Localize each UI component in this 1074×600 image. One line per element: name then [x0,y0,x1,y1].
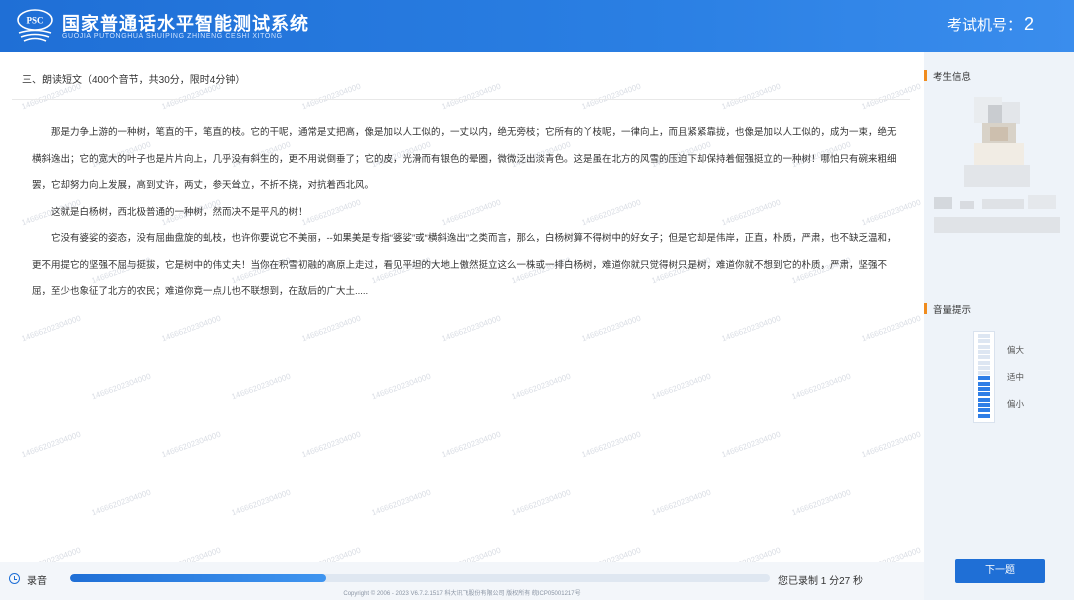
clock-icon [9,573,20,584]
app-header: PSC 国家普通话水平智能测试系统 GUOJIA PUTONGHUA SHUIP… [0,0,1074,52]
copyright-text: Copyright © 2006 - 2023 V6.7.2.1517 科大讯飞… [343,591,581,597]
psc-logo-icon: PSC [17,9,53,42]
watermark-text: 14666202304000 [860,429,922,460]
volume-bar-segment [978,408,990,413]
volume-bar-segment [978,355,990,360]
watermark-text: 14666202304000 [510,371,572,402]
passage-paragraph: 它没有婆娑的姿态，没有屈曲盘旋的虬枝，也许你要说它不美丽，--如果美是专指“婆娑… [32,233,897,297]
watermark-text: 14666202304000 [160,429,222,460]
volume-bar-segment [978,387,990,391]
app-subtitle: GUOJIA PUTONGHUA SHUIPING ZHINENG CESHI … [62,33,283,40]
watermark-text: 14666202304000 [230,371,292,402]
passage-paragraph: 这就是白杨树，西北极普通的一种树，然而决不是平凡的树！ [51,206,308,218]
watermark-text: 14666202304000 [300,313,362,344]
watermark-text: 14666202304000 [90,487,152,518]
candidate-photo-mosaic [932,97,1060,237]
watermark-text: 14666202304000 [300,429,362,460]
watermark-text: 14666202304000 [650,371,712,402]
volume-bar-segment [978,402,990,407]
watermark-text: 14666202304000 [790,487,852,518]
watermark-text: 14666202304000 [300,81,362,112]
exam-number: 考试机号： 2 [947,14,1034,35]
candidate-info-heading: 考生信息 [924,69,971,83]
volume-bar-segment [978,371,990,376]
volume-heading: 音量提示 [924,302,971,316]
watermark-text: 14666202304000 [650,487,712,518]
volume-label-mid: 适中 [1007,372,1025,382]
exam-number-label: 考试机号： [946,17,1022,34]
divider [12,99,910,100]
watermark-text: 14666202304000 [440,313,502,344]
volume-bar-segment [978,334,990,338]
logo-text: PSC [26,16,43,26]
volume-bar-segment [978,381,990,386]
volume-bar-segment [978,360,990,365]
watermark-text: 14666202304000 [580,313,642,344]
volume-bar-segment [978,376,990,381]
passage-paragraph: 那是力争上游的一种树，笔直的干，笔直的枝。它的干呢，通常是丈把高，像是加以人工似… [32,127,897,191]
watermark-text: 14666202304000 [160,81,222,112]
volume-bar-segment [978,397,990,402]
watermark-text: 14666202304000 [440,429,502,460]
section-title: 三、朗读短文（400个音节，共30分，限时4分钟） [22,75,246,86]
watermark-text: 14666202304000 [720,313,782,344]
volume-bar-segment [978,349,990,354]
record-time: 您已录制 1 分27 秒 [778,576,864,587]
volume-label-high: 偏大 [1007,345,1025,355]
recording-progress-fill [70,574,326,582]
watermark-text: 14666202304000 [440,81,502,112]
watermark-text: 14666202304000 [90,371,152,402]
watermark-text: 14666202304000 [370,487,432,518]
volume-bar-segment [978,392,990,397]
watermark-text: 14666202304000 [230,487,292,518]
volume-bar-segment [978,339,990,344]
volume-bar-segment [978,413,990,418]
recording-progress [70,574,770,582]
watermark-text: 14666202304000 [20,429,82,460]
volume-bar-segment [978,365,990,370]
watermark-text: 14666202304000 [720,81,782,112]
volume-bar-segment [978,344,990,349]
watermark-text: 14666202304000 [370,371,432,402]
side-panel: 考生信息 音量提示 偏大 适中 偏小 下一题 [924,52,1074,600]
watermark-text: 14666202304000 [720,429,782,460]
reading-passage: 那是力争上游的一种树，笔直的干，笔直的枝。它的干呢，通常是丈把高，像是加以人工似… [32,120,904,306]
watermark-text: 14666202304000 [790,371,852,402]
volume-label-low: 偏小 [1007,399,1025,409]
reading-area: 14666202304000 14666202304000 146662023040… [0,52,992,575]
next-question-button[interactable]: 下一题 [955,559,1045,583]
record-label: 录音 [27,576,47,587]
watermark-text: 14666202304000 [580,81,642,112]
watermark-text: 14666202304000 [510,487,572,518]
watermark-text: 14666202304000 [160,313,222,344]
watermark-text: 14666202304000 [20,313,82,344]
exam-number-value: 2 [1023,14,1034,34]
recording-bar: 录音 您已录制 1 分27 秒 Copyright © 2006 - 2023 … [0,562,924,600]
watermark-text: 14666202304000 [860,81,922,112]
watermark-text: 14666202304000 [20,81,82,112]
watermark-text: 14666202304000 [860,313,922,344]
watermark-text: 14666202304000 [580,429,642,460]
